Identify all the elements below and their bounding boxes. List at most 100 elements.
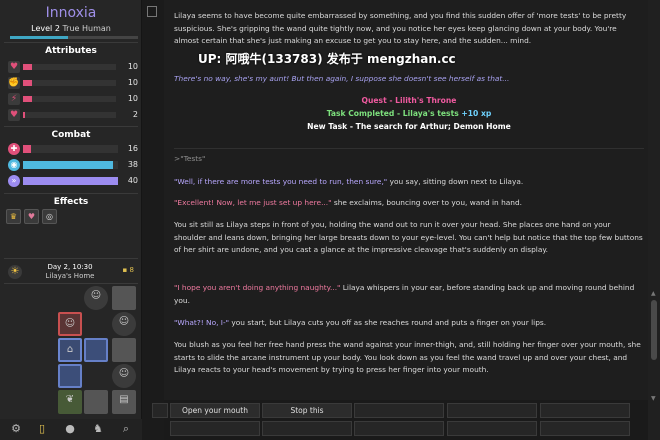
map-tile[interactable]: ☺ <box>112 312 136 336</box>
action-slot[interactable] <box>152 403 168 418</box>
map-tile[interactable]: ☺ <box>84 286 108 310</box>
attributes-title: Attributes <box>45 46 97 56</box>
combat-bar-fill <box>23 177 118 185</box>
lightning-icon: ⚡ <box>8 93 20 105</box>
dialogue: "I hope you aren't doing anything naught… <box>174 282 644 307</box>
minimap: ☺ ☺ ☺ ⌂ ☺ ❦ ▤ <box>56 286 138 416</box>
task-completed: Task Completed - Lilaya's tests +10 xp <box>174 109 644 118</box>
combat-stat-row[interactable]: ✚ 16 <box>8 143 138 156</box>
money-value: 8 <box>129 266 134 274</box>
attribute-bar <box>23 80 116 86</box>
narration: you say, sitting down next to Lilaya. <box>387 177 524 186</box>
scrollbar-thumb[interactable] <box>651 300 657 360</box>
sun-icon: ☀ <box>8 265 22 279</box>
level-label: Level 2 <box>31 24 60 33</box>
scroll-up-icon[interactable]: ▲ <box>651 290 656 297</box>
money-counter: ▪ 8 <box>122 266 134 274</box>
new-task: New Task - The search for Arthur; Demon … <box>307 122 511 131</box>
log-icon[interactable] <box>147 6 157 17</box>
attribute-value: 2 <box>132 110 138 119</box>
scroll-down-icon[interactable]: ▼ <box>651 395 656 402</box>
attribute-bar-fill <box>23 112 25 118</box>
combat-stat-row[interactable]: ◉ 38 <box>8 159 138 172</box>
action-slot[interactable] <box>262 421 352 436</box>
attribute-value: 10 <box>127 94 138 103</box>
action-slot[interactable] <box>354 421 444 436</box>
mana-icon: ◉ <box>8 159 20 171</box>
map-tile[interactable] <box>112 286 136 310</box>
effect-heart-icon[interactable]: ♥ <box>24 209 39 224</box>
combat-bar <box>23 177 118 185</box>
npc-icon: ☺ <box>118 368 130 379</box>
fist-icon: ✊ <box>8 77 20 89</box>
lilaya-speech: "I hope you aren't doing anything naught… <box>174 283 341 292</box>
scrollbar[interactable]: ▲ ▼ <box>648 0 660 440</box>
effect-crown-icon[interactable]: ♛ <box>6 209 21 224</box>
xp-bar <box>10 36 138 39</box>
combat-bar-fill <box>23 161 113 169</box>
settings-gear-icon[interactable]: ⚙ <box>8 421 24 437</box>
map-tile[interactable]: ☺ <box>112 364 136 388</box>
combat-bar-fill <box>23 145 31 153</box>
character-icon[interactable]: ♞ <box>90 421 106 437</box>
arcane-icon: » <box>8 175 20 187</box>
stop-this-button[interactable]: Stop this <box>262 403 352 418</box>
narration: she exclaims, bouncing over to you, wand… <box>331 198 523 207</box>
action-slot[interactable] <box>540 421 630 436</box>
map-tile-home[interactable]: ⌂ <box>58 338 82 362</box>
map-tile-stairs[interactable]: ▤ <box>112 390 136 414</box>
character-level: Level 2 True Human <box>0 24 142 33</box>
action-slot[interactable] <box>170 421 260 436</box>
action-slot[interactable] <box>447 421 537 436</box>
map-tile[interactable] <box>84 390 108 414</box>
clock-time: Day 2, 10:30 <box>47 263 93 271</box>
leaf-icon: ❦ <box>65 394 75 405</box>
attribute-row[interactable]: ♥ 2 <box>8 109 138 121</box>
attribute-row[interactable]: ✊ 10 <box>8 77 138 89</box>
attribute-value: 10 <box>127 78 138 87</box>
map-tile[interactable] <box>112 338 136 362</box>
lust-icon: ♥ <box>8 109 20 121</box>
attribute-bar <box>23 112 116 118</box>
divider <box>4 126 138 127</box>
clock-location: Lilaya's Home <box>45 272 95 280</box>
journal-icon[interactable]: ▯ <box>34 421 50 437</box>
map-tile-garden[interactable]: ❦ <box>58 390 82 414</box>
player-speech: "Well, if there are more tests you need … <box>174 177 388 186</box>
stairs-icon: ▤ <box>119 394 129 405</box>
map-tile-current[interactable]: ☺ <box>58 312 82 336</box>
attribute-row[interactable]: ♥ 10 <box>8 61 138 73</box>
action-slot[interactable] <box>354 403 444 418</box>
effect-orb-icon[interactable]: ◎ <box>42 209 57 224</box>
action-slot[interactable] <box>447 403 537 418</box>
attribute-bar <box>23 96 116 102</box>
left-gutter <box>142 0 164 440</box>
narration: you start, but Lilaya cuts you off as sh… <box>229 318 547 327</box>
npc-icon: ☺ <box>118 316 130 327</box>
task-completed-label: Task Completed - Lilaya's tests <box>326 109 459 118</box>
combat-stat-row[interactable]: » 40 <box>8 175 138 188</box>
heart-icon: ♥ <box>8 61 20 73</box>
attribute-value: 10 <box>127 62 138 71</box>
attribute-bar-fill <box>23 64 32 70</box>
action-slot[interactable] <box>540 403 630 418</box>
combat-value: 16 <box>127 144 138 153</box>
dialogue: "What?! No, I-" you start, but Lilaya cu… <box>174 317 644 330</box>
sidebar: Innoxia Level 2 True Human Attributes ♥ 1… <box>0 0 142 440</box>
zoom-icon[interactable]: ⌕ <box>118 421 134 437</box>
combat-title: Combat <box>51 130 91 140</box>
attribute-row[interactable]: ⚡ 10 <box>8 93 138 105</box>
npc-icon: ☺ <box>90 290 102 301</box>
paragraph: You blush as you feel her free hand pres… <box>174 340 641 375</box>
character-class: True Human <box>62 24 111 33</box>
divider <box>174 148 644 149</box>
map-tile[interactable] <box>58 364 82 388</box>
character-name[interactable]: Innoxia <box>0 5 142 21</box>
quest-title: Quest - Lilith's Throne <box>361 96 457 105</box>
player-icon: ☺ <box>64 318 76 329</box>
attribute-bar <box>23 64 116 70</box>
inventory-icon[interactable]: ● <box>62 421 78 437</box>
combat-bar <box>23 145 118 153</box>
open-mouth-button[interactable]: Open your mouth <box>170 403 260 418</box>
map-tile[interactable] <box>84 338 108 362</box>
